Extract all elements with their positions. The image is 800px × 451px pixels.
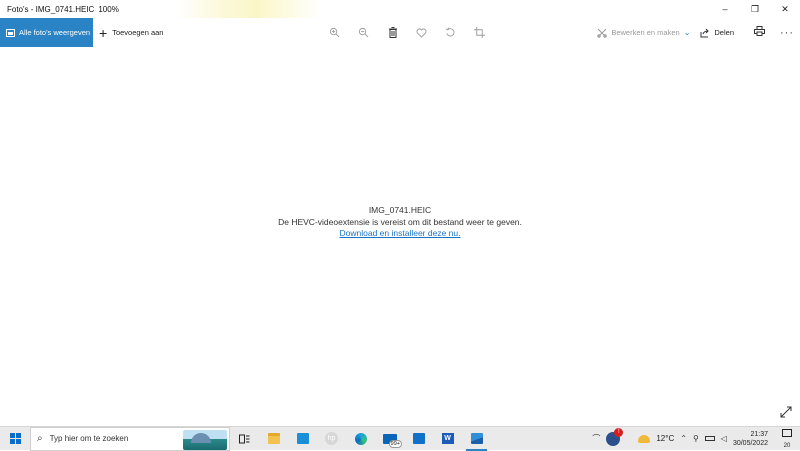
tray-overflow-icon[interactable]: ⌒ [592, 433, 600, 444]
favorite-button[interactable] [407, 18, 436, 47]
task-view-icon [239, 434, 250, 443]
hp-app-button[interactable]: hp [317, 427, 346, 451]
weather-icon[interactable] [638, 434, 651, 443]
notification-count: 20 [783, 442, 791, 449]
rotate-button[interactable] [436, 18, 465, 47]
zoom-in-icon [329, 27, 340, 38]
file-explorer-button[interactable] [259, 427, 288, 451]
taskbar-apps: hp 99+ W [230, 427, 491, 451]
close-button[interactable]: ✕ [770, 0, 800, 18]
delete-button[interactable] [378, 18, 407, 47]
search-placeholder: Typ hier om te zoeken [49, 434, 129, 443]
add-to-button[interactable]: + Toevoegen aan [99, 26, 163, 40]
minimize-icon: – [722, 4, 728, 14]
maximize-button[interactable]: ❐ [740, 0, 770, 18]
title-bar: Foto's - IMG_0741.HEIC 100% – ❐ ✕ [0, 0, 800, 18]
mail-button[interactable]: 99+ [375, 427, 404, 451]
plus-icon: + [99, 24, 108, 41]
search-icon: ⌕ [37, 433, 43, 444]
error-message-panel: IMG_0741.HEIC De HEVC-videoextensie is v… [0, 205, 800, 240]
photos-app-icon [470, 433, 483, 444]
maximize-icon: ❐ [750, 3, 760, 14]
expand-icon [780, 406, 792, 418]
zoom-out-button[interactable] [349, 18, 378, 47]
notification-icon [782, 428, 792, 437]
clock-date: 30/05/2022 [732, 439, 768, 447]
edge-button[interactable] [346, 427, 375, 451]
media-player-button[interactable] [404, 427, 433, 451]
mail-badge: 99+ [388, 439, 402, 448]
edge-icon [354, 432, 367, 445]
image-actions [320, 18, 494, 47]
add-to-label: Toevoegen aan [112, 28, 164, 37]
window-controls: – ❐ ✕ [710, 0, 800, 18]
windows-logo-icon [9, 433, 21, 444]
share-icon [700, 28, 710, 37]
crop-icon [474, 27, 485, 38]
window-title: Foto's - IMG_0741.HEIC 100% [0, 5, 119, 14]
clock-time: 21:37 [750, 430, 768, 438]
taskbar-search[interactable]: ⌕ Typ hier om te zoeken [30, 426, 230, 451]
hp-icon: hp [325, 432, 338, 445]
zoom-in-button[interactable] [320, 18, 349, 47]
download-install-link[interactable]: Download en installeer deze nu. [340, 228, 461, 238]
share-button[interactable]: Delen [700, 28, 734, 38]
rotate-icon [445, 27, 455, 37]
clock[interactable]: 21:37 30/05/2022 [733, 430, 768, 448]
all-photos-label: Alle foto's weergeven [19, 28, 91, 37]
edit-create-button[interactable]: Bewerken en maken ⌄ [597, 28, 690, 38]
crop-button[interactable] [465, 18, 494, 47]
edit-tools-icon [597, 28, 608, 38]
notification-center-button[interactable]: 20 [778, 428, 796, 449]
all-photos-button[interactable]: Alle foto's weergeven [0, 18, 93, 47]
zoom-level: 100% [98, 4, 119, 14]
media-icon [412, 433, 425, 444]
toolbar-right: Bewerken en maken ⌄ Delen ··· [597, 18, 800, 47]
battery-icon[interactable] [704, 436, 715, 441]
more-options-button[interactable]: ··· [776, 27, 798, 39]
store-button[interactable] [288, 427, 317, 451]
start-button[interactable] [0, 427, 30, 451]
fullscreen-button[interactable] [779, 405, 793, 419]
print-button[interactable] [748, 26, 770, 39]
photos-icon [6, 28, 15, 37]
word-button[interactable]: W [433, 427, 462, 451]
photos-app-button[interactable] [462, 427, 491, 451]
app-title: Foto's - IMG_0741.HEIC [7, 4, 95, 14]
file-name: IMG_0741.HEIC [368, 205, 432, 215]
task-view-button[interactable] [230, 427, 259, 451]
printer-icon [753, 26, 765, 36]
word-icon: W [441, 433, 454, 444]
toolbar: Alle foto's weergeven + Toevoegen aan Be… [0, 18, 800, 47]
close-icon: ✕ [781, 3, 789, 14]
system-tray: ⌒ ! 12°C ⌃ ⚲ ◁ 21:37 30/05/2022 20 [592, 427, 800, 451]
security-alert-icon[interactable]: ! [606, 427, 624, 446]
trash-icon [388, 27, 397, 38]
minimize-button[interactable]: – [710, 0, 740, 18]
more-icon: ··· [780, 26, 794, 39]
heart-icon [416, 28, 427, 38]
share-label: Delen [714, 28, 734, 37]
zoom-out-icon [358, 27, 369, 38]
network-icon[interactable]: ⚲ [693, 434, 699, 443]
taskbar: ⌕ Typ hier om te zoeken hp 99+ W ⌒ ! 12°… [0, 426, 800, 451]
extension-required-message: De HEVC-videoextensie is vereist om dit … [278, 216, 522, 227]
store-icon [296, 433, 309, 444]
chevron-up-icon[interactable]: ⌃ [680, 434, 687, 443]
folder-icon [267, 433, 280, 444]
temperature[interactable]: 12°C [656, 434, 674, 443]
chevron-down-icon: ⌄ [683, 28, 691, 37]
search-highlight-image [183, 429, 227, 450]
volume-icon[interactable]: ◁ [721, 434, 727, 443]
edit-create-label: Bewerken en maken [611, 28, 680, 37]
